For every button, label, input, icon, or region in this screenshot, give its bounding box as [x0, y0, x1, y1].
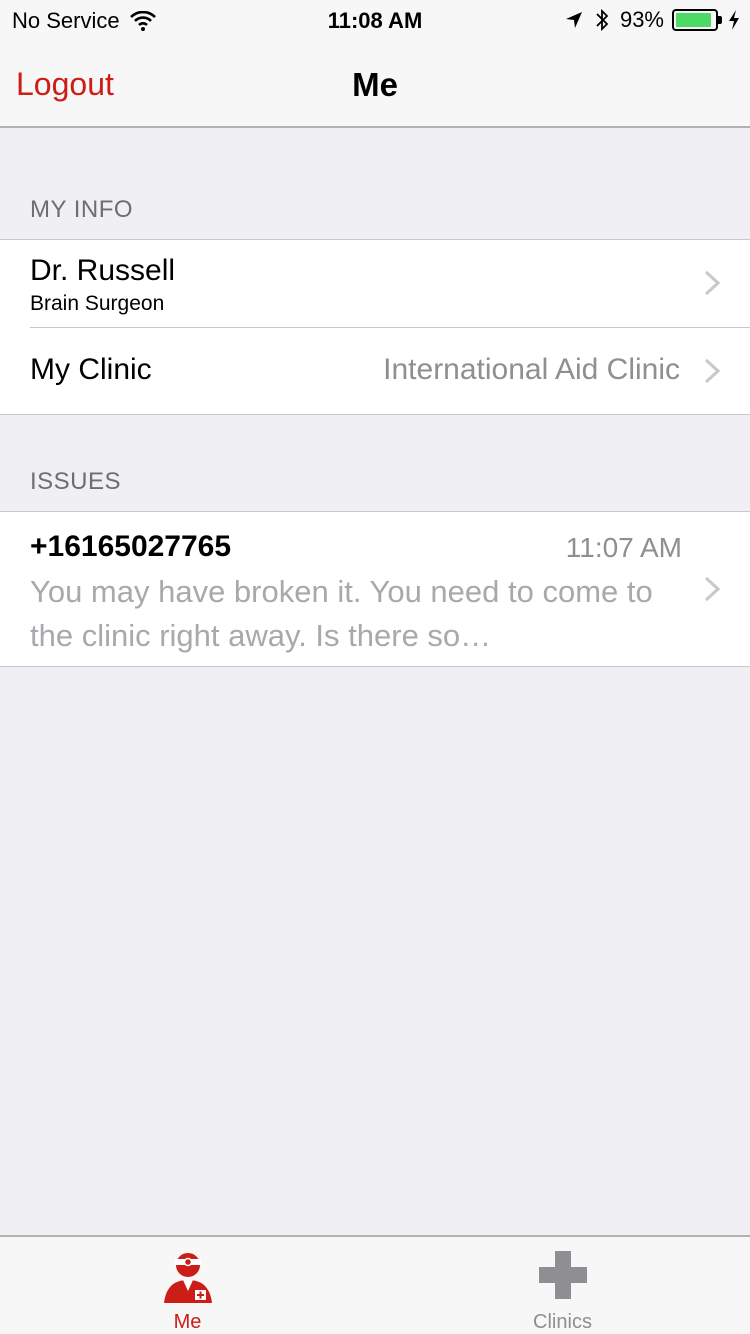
tab-me[interactable]: Me — [0, 1237, 375, 1334]
battery-percent: 93% — [619, 7, 664, 32]
issue-phone: +16165027765 — [30, 530, 232, 563]
chevron-right-icon — [704, 270, 720, 296]
doctor-role: Brain Surgeon — [30, 292, 165, 315]
bluetooth-icon — [596, 8, 609, 32]
chevron-right-icon — [704, 358, 720, 384]
charging-bolt-icon — [729, 10, 739, 30]
status-bar: No Service 11:08 AM 93% — [0, 0, 750, 40]
issues-header: ISSUES — [30, 468, 122, 495]
doctor-icon — [163, 1253, 212, 1303]
issue-preview: You may have broken it. You need to come… — [30, 574, 653, 653]
tab-clinics-label: Clinics — [533, 1311, 592, 1333]
battery-icon — [672, 9, 722, 31]
top-bar: No Service 11:08 AM 93% Logout Me — [0, 0, 750, 128]
battery-level — [676, 13, 712, 27]
tab-bar: Me Clinics — [0, 1235, 750, 1334]
issue-row[interactable]: +16165027765 11:07 AM You may have broke… — [0, 512, 750, 666]
my-clinic-cell[interactable]: My Clinic International Aid Clinic — [0, 327, 750, 414]
my-clinic-value: International Aid Clinic — [383, 353, 680, 386]
chevron-right-icon — [704, 576, 720, 602]
issues-group: +16165027765 11:07 AM You may have broke… — [0, 511, 750, 667]
cross-icon — [538, 1251, 587, 1299]
my-info-group: Dr. Russell Brain Surgeon My Clinic Inte… — [0, 239, 750, 415]
issue-time: 11:07 AM — [565, 532, 682, 563]
status-right: 93% — [564, 7, 740, 33]
tab-clinics[interactable]: Clinics — [375, 1237, 750, 1334]
tab-me-label: Me — [173, 1311, 202, 1333]
page-title: Me — [352, 66, 398, 103]
location-arrow-icon — [565, 12, 582, 28]
my-clinic-label: My Clinic — [30, 353, 152, 386]
doctor-name: Dr. Russell — [30, 254, 176, 287]
my-info-header: MY INFO — [30, 196, 134, 223]
profile-cell[interactable]: Dr. Russell Brain Surgeon — [0, 240, 750, 327]
